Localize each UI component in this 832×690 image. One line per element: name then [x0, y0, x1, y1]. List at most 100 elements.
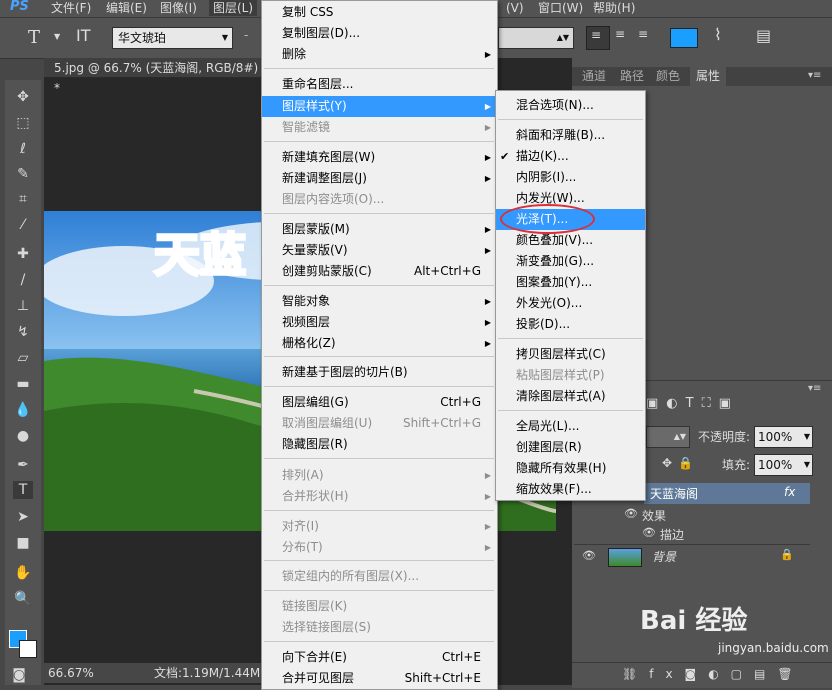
- menu-item[interactable]: 栅格化(Z) ▶: [262, 333, 497, 354]
- anti-alias-select[interactable]: ▲▼: [498, 27, 574, 49]
- warp-text-icon[interactable]: ⌇: [714, 25, 722, 44]
- align-left-button[interactable]: ≡: [586, 26, 610, 50]
- submenu-item[interactable]: 全局光(L)...: [496, 416, 645, 437]
- dodge-tool-icon[interactable]: ●: [13, 427, 33, 445]
- submenu-item[interactable]: 斜面和浮雕(B)...: [496, 125, 645, 146]
- crop-tool-icon[interactable]: ⌗: [13, 190, 33, 208]
- submenu-item[interactable]: 缩放效果(F)...: [496, 479, 645, 500]
- submenu-item[interactable]: 内阴影(I)...: [496, 167, 645, 188]
- submenu-item[interactable]: 投影(D)...: [496, 314, 645, 335]
- menu-item-shortcut: Ctrl+E: [442, 650, 481, 664]
- menu-item[interactable]: 合并可见图层 Shift+Ctrl+E: [262, 668, 497, 689]
- submenu-item[interactable]: 创建图层(R): [496, 437, 645, 458]
- menu-item[interactable]: 复制 CSS: [262, 2, 497, 23]
- menu-layer[interactable]: 图层(L): [209, 0, 258, 16]
- eyedropper-tool-icon[interactable]: ⁄: [13, 216, 33, 234]
- submenu-item[interactable]: ✔ 描边(K)...: [496, 146, 645, 167]
- lock-icons[interactable]: ✥🔒: [662, 456, 699, 470]
- align-right-icon[interactable]: ≡: [638, 27, 648, 41]
- panels-icon[interactable]: ▤: [756, 26, 771, 45]
- hand-tool-icon[interactable]: ✋: [13, 564, 33, 582]
- submenu-item-label: 描边(K)...: [516, 149, 569, 163]
- stamp-tool-icon[interactable]: ⊥: [13, 297, 33, 315]
- brush-tool-icon[interactable]: /: [13, 271, 33, 289]
- menu-separator: [264, 560, 494, 561]
- rectangle-tool-icon[interactable]: ■: [13, 534, 33, 552]
- menu-item[interactable]: 重命名图层...: [262, 74, 497, 95]
- layer-row-text[interactable]: 天蓝海阁 fx: [644, 483, 810, 504]
- align-center-icon[interactable]: ≡: [615, 27, 625, 41]
- menu-separator: [264, 68, 494, 69]
- panel-menu-icon[interactable]: ▾≡: [808, 70, 821, 81]
- panel-menu-icon[interactable]: ▾≡: [808, 383, 821, 394]
- quick-mask-icon[interactable]: ◙: [9, 666, 29, 684]
- type-tool-icon[interactable]: T: [28, 27, 40, 48]
- menu-item[interactable]: 向下合并(E) Ctrl+E: [262, 647, 497, 668]
- submenu-item[interactable]: 图案叠加(Y)...: [496, 272, 645, 293]
- menu-item[interactable]: 创建剪贴蒙版(C) Alt+Ctrl+G: [262, 261, 497, 282]
- menu-file[interactable]: 文件(F): [51, 0, 91, 16]
- menu-image[interactable]: 图像(I): [160, 0, 197, 16]
- menu-item[interactable]: 新建调整图层(J) ▶: [262, 168, 497, 189]
- submenu-item[interactable]: 颜色叠加(V)...: [496, 230, 645, 251]
- tab-color[interactable]: 颜色: [656, 67, 680, 86]
- type-tool-icon[interactable]: T: [13, 481, 33, 499]
- menu-view[interactable]: (V): [506, 0, 524, 16]
- menu-item[interactable]: 矢量蒙版(V) ▶: [262, 240, 497, 261]
- tab-channels[interactable]: 通道: [582, 67, 606, 86]
- move-tool-icon[interactable]: ✥: [13, 88, 33, 106]
- layer-row-background[interactable]: 👁 背景 🔒: [574, 544, 810, 569]
- marquee-tool-icon[interactable]: ⬚: [13, 114, 33, 132]
- menu-item[interactable]: 图层编组(G) Ctrl+G: [262, 392, 497, 413]
- menu-item[interactable]: 新建填充图层(W) ▶: [262, 147, 497, 168]
- gradient-tool-icon[interactable]: ▬: [13, 375, 33, 393]
- orientation-toggle-icon[interactable]: ⅠT: [76, 26, 91, 45]
- menu-window[interactable]: 窗口(W): [538, 0, 583, 16]
- submenu-item[interactable]: 渐变叠加(G)...: [496, 251, 645, 272]
- menu-item[interactable]: 视频图层 ▶: [262, 312, 497, 333]
- fill-input[interactable]: 100% ▼: [754, 454, 813, 476]
- document-tab[interactable]: 5.jpg @ 66.7% (天蓝海阁, RGB/8#) *: [44, 58, 262, 95]
- eraser-tool-icon[interactable]: ▱: [13, 349, 33, 367]
- healing-tool-icon[interactable]: ✚: [13, 245, 33, 263]
- visibility-eye-icon[interactable]: 👁: [624, 507, 638, 520]
- blend-mode-select[interactable]: ▲▼: [646, 426, 690, 448]
- pen-tool-icon[interactable]: ✒: [13, 456, 33, 474]
- fx-badge[interactable]: fx: [784, 485, 795, 499]
- menu-item-label: 取消图层编组(U): [282, 416, 373, 430]
- zoom-level[interactable]: 66.67%: [48, 663, 94, 683]
- menu-item[interactable]: 图层样式(Y) ▶: [262, 96, 497, 117]
- menu-item[interactable]: 隐藏图层(R): [262, 434, 497, 455]
- quick-select-tool-icon[interactable]: ✎: [13, 165, 33, 183]
- menu-help[interactable]: 帮助(H): [593, 0, 635, 16]
- submenu-item[interactable]: 清除图层样式(A): [496, 386, 645, 407]
- history-brush-icon[interactable]: ↯: [13, 323, 33, 341]
- menu-item[interactable]: 图层蒙版(M) ▶: [262, 219, 497, 240]
- tab-paths[interactable]: 路径: [620, 67, 644, 86]
- menu-item[interactable]: 智能对象 ▶: [262, 291, 497, 312]
- menu-item[interactable]: 删除 ▶: [262, 44, 497, 65]
- lasso-tool-icon[interactable]: ℓ: [13, 140, 33, 158]
- layer-footer-icons[interactable]: ⛓fx◙◐▢▤🗑: [622, 667, 805, 681]
- font-family-select[interactable]: 华文琥珀 ▼: [112, 27, 233, 49]
- submenu-item[interactable]: 拷贝图层样式(C): [496, 344, 645, 365]
- opacity-input[interactable]: 100% ▼: [754, 426, 813, 448]
- path-select-icon[interactable]: ➤: [13, 508, 33, 526]
- visibility-eye-icon[interactable]: 👁: [642, 526, 656, 539]
- visibility-eye-icon[interactable]: 👁: [582, 549, 596, 562]
- menu-item[interactable]: 复制图层(D)...: [262, 23, 497, 44]
- layer-filter-icons[interactable]: ▣◐T⛶▣: [646, 396, 826, 416]
- menu-separator: [264, 356, 494, 357]
- menu-edit[interactable]: 编辑(E): [106, 0, 147, 16]
- submenu-item[interactable]: 外发光(O)...: [496, 293, 645, 314]
- tab-properties[interactable]: 属性: [690, 67, 727, 86]
- blur-tool-icon[interactable]: 💧: [13, 401, 33, 419]
- menu-item: 分布(T) ▶: [262, 537, 497, 558]
- text-color-swatch[interactable]: [670, 28, 698, 48]
- chevron-down-icon[interactable]: ▼: [54, 32, 60, 41]
- background-color-swatch[interactable]: [19, 640, 37, 658]
- menu-item[interactable]: 新建基于图层的切片(B): [262, 362, 497, 383]
- zoom-tool-icon[interactable]: 🔍: [13, 590, 33, 608]
- submenu-item[interactable]: 混合选项(N)...: [496, 95, 645, 116]
- submenu-item[interactable]: 隐藏所有效果(H): [496, 458, 645, 479]
